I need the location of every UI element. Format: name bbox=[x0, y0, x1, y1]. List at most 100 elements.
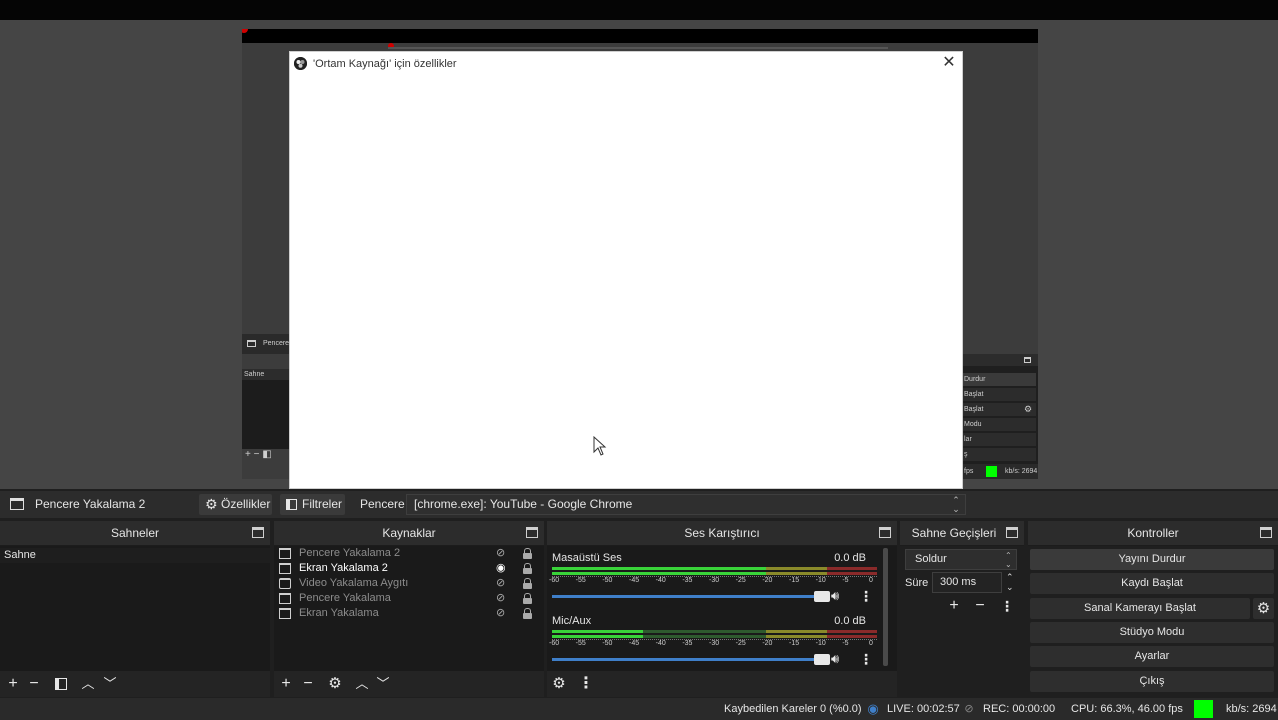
eye-hidden-icon[interactable]: ⊘ bbox=[496, 546, 505, 561]
sources-toolbar: + − ⚙ ︿ ﹀ bbox=[274, 671, 544, 697]
volume-slider[interactable] bbox=[552, 591, 830, 602]
eye-hidden-icon[interactable]: ⊘ bbox=[496, 606, 505, 621]
float-dock-icon[interactable] bbox=[1260, 527, 1272, 538]
source-item-label: Pencere Yakalama 2 bbox=[299, 547, 401, 559]
filters-button[interactable]: Filtreler bbox=[280, 494, 345, 515]
controls-title: Kontroller bbox=[1127, 526, 1179, 540]
scale-tick-label: -30 bbox=[709, 640, 720, 647]
scenes-list[interactable]: Sahne bbox=[0, 546, 270, 671]
scene-filters-icon[interactable] bbox=[50, 673, 72, 695]
rec-time: REC: 00:00:00 bbox=[983, 703, 1056, 715]
start-virtual-camera-button[interactable]: Sanal Kamerayı Başlat bbox=[1030, 598, 1250, 619]
move-down-icon[interactable]: ﹀ bbox=[99, 673, 121, 695]
scale-tick-label: -40 bbox=[655, 577, 666, 584]
source-item[interactable]: Pencere Yakalama ⊘ bbox=[274, 591, 544, 606]
mini-ctrl: Durdur bbox=[962, 373, 1036, 386]
properties-button[interactable]: ⚙ Özellikler bbox=[199, 494, 272, 515]
transitions-header: Sahne Geçişleri bbox=[900, 521, 1024, 545]
gear-icon: ⚙ bbox=[205, 496, 218, 512]
remove-source-icon[interactable]: − bbox=[297, 673, 319, 695]
dropped-frames: Kaybedilen Kareler 0 (%0.0) bbox=[724, 703, 862, 715]
meter-fill bbox=[552, 567, 770, 570]
settings-button[interactable]: Ayarlar bbox=[1030, 646, 1274, 667]
lock-icon[interactable] bbox=[523, 593, 532, 604]
scene-item[interactable]: Sahne bbox=[0, 548, 270, 563]
connection-indicator bbox=[1194, 700, 1213, 718]
lock-icon[interactable] bbox=[523, 548, 532, 559]
scale-tick-label: -20 bbox=[762, 577, 773, 584]
dialog-title: 'Ortam Kaynağı' için özellikler bbox=[313, 58, 457, 70]
scale-tick-label: -30 bbox=[709, 577, 720, 584]
display-capture-icon bbox=[279, 608, 291, 619]
gear-icon[interactable]: ⚙ bbox=[1253, 598, 1274, 619]
scale-tick-label: -10 bbox=[815, 577, 826, 584]
source-item-label: Video Yakalama Aygıtı bbox=[299, 577, 409, 589]
scenes-dock: Sahneler Sahne + − ︿ ﹀ bbox=[0, 521, 270, 697]
source-item[interactable]: Video Yakalama Aygıtı ⊘ bbox=[274, 576, 544, 591]
move-up-icon[interactable]: ︿ bbox=[77, 673, 99, 695]
eye-hidden-icon[interactable]: ⊘ bbox=[496, 576, 505, 591]
scenes-title: Sahneler bbox=[110, 526, 160, 540]
scale-tick-label: -60 bbox=[549, 577, 560, 584]
add-transition-icon[interactable]: + bbox=[943, 595, 965, 617]
eye-icon[interactable]: ◉ bbox=[496, 561, 506, 576]
more-options-icon[interactable]: ⋮ bbox=[859, 651, 873, 667]
window-select[interactable]: [chrome.exe]: YouTube - Google Chrome ⌃ ⌄ bbox=[406, 494, 966, 515]
speaker-icon[interactable]: 🔊︎ bbox=[831, 652, 847, 666]
controls-dock: Kontroller Yayını Durdur Kaydı Başlat Sa… bbox=[1028, 521, 1278, 697]
chevron-updown-icon: ⌃ ⌄ bbox=[952, 495, 960, 514]
sources-list[interactable]: Pencere Yakalama 2 ⊘ Ekran Yakalama 2 ◉ … bbox=[274, 546, 544, 671]
source-item[interactable]: Pencere Yakalama 2 ⊘ bbox=[274, 546, 544, 561]
mixer-channel: Masaüstü Ses 0.0 dB -60 -55 -50 -45 -40 -35 -3… bbox=[547, 546, 887, 608]
lock-icon[interactable] bbox=[523, 578, 532, 589]
properties-label: Özellikler bbox=[221, 497, 271, 511]
float-dock-icon[interactable] bbox=[252, 527, 264, 538]
sources-header: Kaynaklar bbox=[274, 521, 544, 545]
lock-icon[interactable] bbox=[523, 608, 532, 619]
volume-slider-handle[interactable] bbox=[814, 654, 830, 665]
move-up-icon[interactable]: ︿ bbox=[351, 673, 373, 695]
move-down-icon[interactable]: ﹀ bbox=[372, 673, 394, 695]
chevron-updown-icon: ⌃ ⌄ bbox=[1005, 551, 1012, 569]
mini-controls-dock: Durdur Başlat Başlat ⚙ Modu lar ş fps kb… bbox=[962, 354, 1038, 479]
advanced-audio-gear-icon[interactable]: ⚙ bbox=[548, 673, 570, 695]
close-icon[interactable]: ✕ bbox=[940, 54, 958, 72]
volume-slider[interactable] bbox=[552, 654, 830, 665]
cpu-usage: CPU: 66.3%, 46.00 fps bbox=[1071, 703, 1183, 715]
meter-fill bbox=[552, 635, 643, 638]
window-select-value: [chrome.exe]: YouTube - Google Chrome bbox=[414, 497, 633, 511]
more-options-icon[interactable]: ⋮ bbox=[859, 588, 873, 604]
transition-select[interactable]: Soldur ⌃ ⌄ bbox=[905, 549, 1017, 570]
studio-mode-button[interactable]: Stüdyo Modu bbox=[1030, 622, 1274, 643]
float-dock-icon[interactable] bbox=[1006, 527, 1018, 538]
start-recording-button[interactable]: Kaydı Başlat bbox=[1030, 573, 1274, 594]
add-source-icon[interactable]: + bbox=[275, 673, 297, 695]
remove-transition-icon[interactable]: − bbox=[969, 595, 991, 617]
kbs-readout: kb/s: 2694 bbox=[1226, 703, 1277, 715]
more-options-icon[interactable]: ⋮ bbox=[996, 595, 1018, 617]
remove-scene-icon[interactable]: − bbox=[23, 673, 45, 695]
float-dock-icon[interactable] bbox=[879, 527, 891, 538]
source-item[interactable]: Ekran Yakalama 2 ◉ bbox=[274, 561, 544, 576]
speaker-icon[interactable]: 🔊︎ bbox=[831, 589, 847, 603]
camera-icon bbox=[279, 578, 291, 589]
obs-logo-icon bbox=[294, 57, 307, 70]
properties-dialog[interactable]: 'Ortam Kaynağı' için özellikler ✕ bbox=[289, 51, 963, 489]
float-dock-icon[interactable] bbox=[526, 527, 538, 538]
exit-button[interactable]: Çıkış bbox=[1030, 671, 1274, 692]
mini-source-label: Pencere bbox=[263, 340, 290, 347]
volume-slider-handle[interactable] bbox=[814, 591, 830, 602]
dialog-titlebar[interactable]: 'Ortam Kaynağı' için özellikler ✕ bbox=[290, 52, 962, 76]
stop-streaming-button[interactable]: Yayını Durdur bbox=[1030, 549, 1274, 570]
add-scene-icon[interactable]: + bbox=[2, 673, 24, 695]
gear-icon[interactable]: ⚙ bbox=[324, 673, 346, 695]
duration-spinbox[interactable]: 300 ms bbox=[932, 572, 1002, 593]
source-item[interactable]: Ekran Yakalama ⊘ bbox=[274, 606, 544, 621]
lock-icon[interactable] bbox=[523, 563, 532, 574]
scale-tick-label: -35 bbox=[682, 577, 693, 584]
more-options-icon[interactable]: ⋮ bbox=[575, 673, 597, 695]
mixer-scrollbar[interactable] bbox=[883, 548, 888, 666]
eye-hidden-icon[interactable]: ⊘ bbox=[496, 591, 505, 606]
meter-fill bbox=[552, 572, 770, 575]
spin-arrows-icon[interactable]: ⌃ ⌄ bbox=[1006, 572, 1014, 592]
